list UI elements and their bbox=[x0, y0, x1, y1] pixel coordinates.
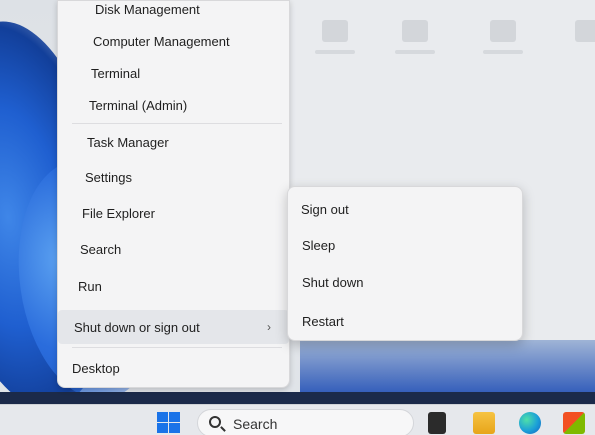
blurred-tile-icon bbox=[490, 20, 516, 42]
submenu-item-shut-down[interactable]: Shut down bbox=[288, 265, 522, 299]
menu-separator bbox=[72, 123, 282, 124]
chevron-right-icon: › bbox=[267, 320, 271, 334]
search-icon bbox=[209, 416, 221, 428]
winx-context-menu: Disk Management Computer Management Term… bbox=[57, 0, 290, 388]
submenu-item-label: Shut down bbox=[302, 274, 364, 290]
windows-start-icon[interactable] bbox=[156, 412, 182, 434]
menu-item-search[interactable]: Search bbox=[58, 232, 289, 266]
blurred-tile-icon bbox=[575, 20, 595, 42]
wallpaper-strip bbox=[300, 340, 595, 398]
menu-item-label: Desktop bbox=[72, 360, 120, 376]
menu-item-run[interactable]: Run bbox=[58, 269, 289, 303]
submenu-item-sign-out[interactable]: Sign out bbox=[288, 192, 522, 226]
submenu-item-label: Sign out bbox=[301, 201, 349, 217]
windows-logo-tile bbox=[169, 423, 180, 433]
blurred-tile-label bbox=[315, 50, 355, 54]
taskbar: Search bbox=[0, 404, 595, 435]
file-explorer-icon[interactable] bbox=[473, 412, 495, 434]
blurred-tile-icon bbox=[322, 20, 348, 42]
menu-item-terminal[interactable]: Terminal bbox=[58, 56, 289, 90]
blurred-tile-label bbox=[483, 50, 523, 54]
submenu-item-label: Sleep bbox=[302, 237, 336, 253]
menu-item-shut-down-or-sign-out[interactable]: Shut down or sign out › bbox=[58, 310, 289, 344]
menu-item-label: Disk Management bbox=[95, 1, 200, 17]
submenu-item-label: Restart bbox=[302, 313, 344, 329]
taskbar-search-label: Search bbox=[233, 416, 278, 432]
microsoft-store-icon[interactable] bbox=[563, 412, 585, 434]
menu-item-label: Search bbox=[80, 241, 122, 257]
edge-browser-icon[interactable] bbox=[519, 412, 541, 434]
menu-item-label: File Explorer bbox=[82, 205, 155, 221]
menu-item-label: Terminal (Admin) bbox=[89, 97, 188, 113]
windows-logo-tile bbox=[157, 412, 168, 422]
task-view-icon[interactable] bbox=[428, 412, 446, 434]
blurred-tile-label bbox=[395, 50, 435, 54]
menu-item-task-manager[interactable]: Task Manager bbox=[58, 125, 289, 159]
menu-item-terminal-admin[interactable]: Terminal (Admin) bbox=[58, 88, 289, 122]
submenu-item-sleep[interactable]: Sleep bbox=[288, 228, 522, 262]
menu-item-disk-management[interactable]: Disk Management bbox=[58, 0, 289, 26]
windows-logo-tile bbox=[157, 423, 168, 433]
submenu-item-restart[interactable]: Restart bbox=[288, 304, 522, 338]
blurred-tile-icon bbox=[402, 20, 428, 42]
menu-item-label: Task Manager bbox=[87, 134, 169, 150]
menu-item-computer-management[interactable]: Computer Management bbox=[58, 24, 289, 58]
menu-item-file-explorer[interactable]: File Explorer bbox=[58, 196, 289, 230]
menu-item-label: Settings bbox=[85, 169, 132, 185]
menu-item-label: Run bbox=[78, 278, 102, 294]
shutdown-submenu: Sign out Sleep Shut down Restart bbox=[287, 186, 523, 341]
taskbar-search-box[interactable]: Search bbox=[197, 409, 414, 435]
menu-item-label: Shut down or sign out bbox=[74, 319, 200, 335]
menu-item-desktop[interactable]: Desktop bbox=[58, 351, 289, 385]
windows-logo-tile bbox=[169, 412, 180, 422]
menu-item-settings[interactable]: Settings bbox=[58, 160, 289, 194]
menu-item-label: Computer Management bbox=[93, 33, 230, 49]
menu-separator bbox=[72, 347, 282, 348]
screen-divider bbox=[0, 392, 595, 404]
menu-item-label: Terminal bbox=[91, 65, 141, 81]
